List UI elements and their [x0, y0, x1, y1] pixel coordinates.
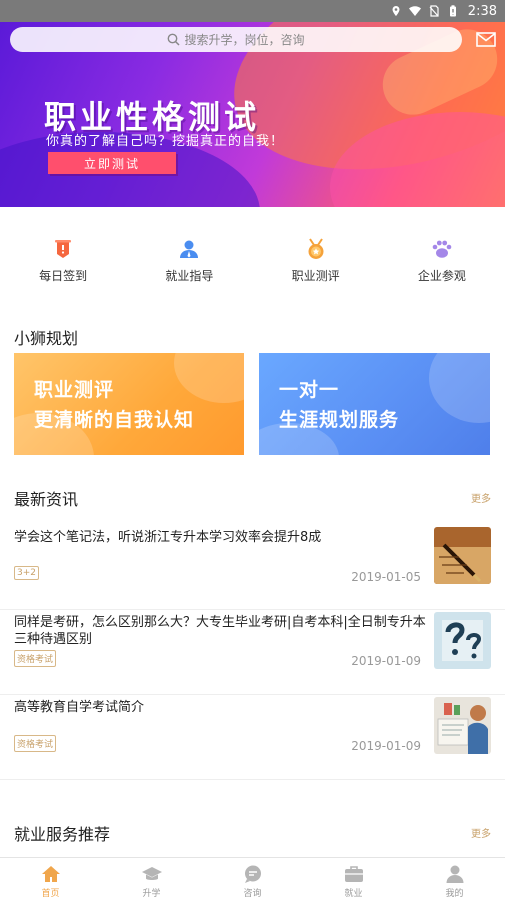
news-title: 学会这个笔记法，听说浙江专升本学习效率会提升8成 — [14, 530, 322, 545]
career-assessment-card[interactable]: 职业测评 更清晰的自我认知 — [14, 353, 244, 455]
wifi-icon — [408, 6, 421, 16]
card-line-2: 更清晰的自我认知 — [34, 409, 195, 431]
news-tag: 资格考试 — [14, 735, 57, 752]
quick-nav-label: 职业测评 — [291, 269, 340, 283]
search-placeholder: 搜索升学，岗位，咨询 — [184, 33, 305, 47]
search-input[interactable]: 搜索升学，岗位，咨询 — [10, 27, 462, 52]
location-icon — [392, 6, 400, 16]
card-decor — [174, 353, 244, 403]
quick-nav-label: 就业指导 — [165, 269, 214, 283]
status-time: 2:38 — [467, 3, 497, 19]
tab-consult[interactable]: 咨询 — [202, 858, 303, 900]
battery-icon — [449, 5, 456, 17]
paw-icon — [432, 240, 452, 258]
quick-nav-career-assessment[interactable]: 职业测评 — [253, 232, 379, 292]
section-title-planning: 小狮规划 — [14, 329, 79, 348]
news-date: 2019-01-09 — [351, 739, 421, 753]
no-sim-icon — [429, 5, 439, 17]
tab-label: 我的 — [445, 889, 464, 899]
career-planning-card[interactable]: 一对一 生涯规划服务 — [259, 353, 490, 455]
student-desk-thumbnail — [434, 697, 491, 754]
section-title-news: 最新资讯 — [14, 490, 79, 509]
news-title: 同样是考研，怎么区别那么大？大专生毕业考研|自考本科|全日制专升本三种待遇区别 — [14, 615, 426, 647]
home-icon — [41, 866, 60, 882]
bottom-tab-bar: 首页 升学 咨询 就业 我的 — [0, 857, 505, 900]
tab-profile[interactable]: 我的 — [404, 858, 505, 900]
tab-further-study[interactable]: 升学 — [101, 858, 202, 900]
graduation-cap-icon — [141, 867, 162, 880]
quick-nav: 每日签到 就业指导 职业测评 企业参观 — [0, 232, 505, 292]
news-tag: 3+2 — [14, 566, 39, 580]
services-more-link[interactable]: 更多 — [471, 825, 491, 840]
card-line-2: 生涯规划服务 — [279, 409, 400, 431]
status-bar: 2:38 — [0, 0, 505, 22]
tab-label: 咨询 — [243, 889, 262, 899]
news-item[interactable]: 同样是考研，怎么区别那么大？大专生毕业考研|自考本科|全日制专升本三种待遇区别 … — [0, 610, 505, 695]
question-marks-thumbnail — [434, 612, 491, 669]
search-icon — [168, 33, 181, 46]
quick-nav-daily-checkin[interactable]: 每日签到 — [0, 232, 126, 292]
news-title: 高等教育自学考试简介 — [14, 700, 145, 715]
sign-in-icon — [55, 240, 72, 258]
news-date: 2019-01-05 — [351, 570, 421, 584]
quick-nav-label: 每日签到 — [39, 269, 88, 283]
card-line-1: 一对一 — [279, 379, 340, 401]
profile-icon — [446, 865, 463, 883]
news-tag: 资格考试 — [14, 650, 57, 667]
pen-writing-thumbnail — [434, 527, 491, 584]
news-more-link[interactable]: 更多 — [471, 490, 491, 505]
news-item[interactable]: 学会这个笔记法，听说浙江专升本学习效率会提升8成 3+2 2019-01-05 — [0, 525, 505, 610]
tab-employment[interactable]: 就业 — [303, 858, 404, 900]
briefcase-icon — [344, 866, 363, 882]
user-guide-icon — [180, 240, 199, 258]
medal-icon — [308, 238, 324, 259]
banner-subtitle: 你真的了解自己吗？挖掘真正的自我！ — [46, 134, 285, 149]
quick-nav-company-visit[interactable]: 企业参观 — [379, 232, 505, 292]
quick-nav-label: 企业参观 — [417, 269, 466, 283]
section-title-services: 就业服务推荐 — [14, 825, 111, 844]
tab-home[interactable]: 首页 — [0, 858, 101, 900]
tab-label: 首页 — [41, 889, 60, 899]
start-test-button[interactable]: 立即测试 — [48, 152, 176, 174]
card-line-1: 职业测评 — [34, 379, 115, 401]
mail-icon[interactable] — [476, 32, 496, 47]
news-item[interactable]: 高等教育自学考试简介 资格考试 2019-01-09 — [0, 695, 505, 780]
tab-label: 就业 — [344, 889, 363, 899]
quick-nav-employment-guide[interactable]: 就业指导 — [126, 232, 252, 292]
news-date: 2019-01-09 — [351, 654, 421, 668]
tab-label: 升学 — [142, 889, 161, 899]
chat-icon — [244, 865, 261, 883]
card-decor — [429, 353, 490, 423]
